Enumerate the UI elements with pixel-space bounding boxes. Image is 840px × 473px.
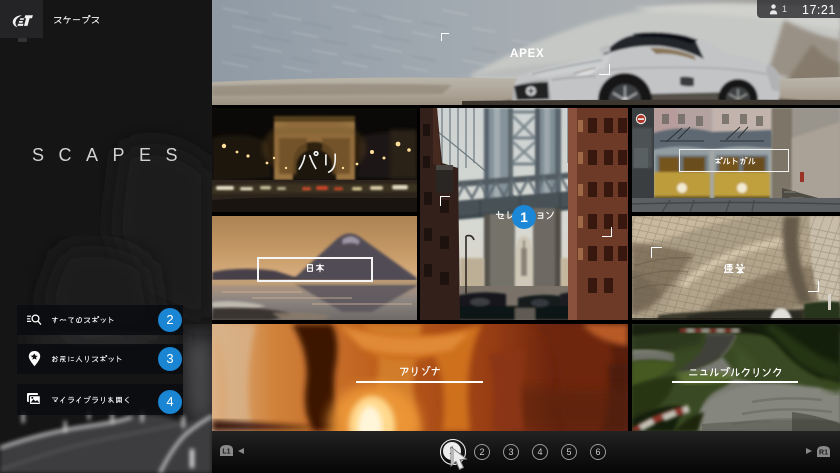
svg-text:L1: L1 — [222, 449, 230, 456]
svg-text:R1: R1 — [819, 450, 828, 457]
